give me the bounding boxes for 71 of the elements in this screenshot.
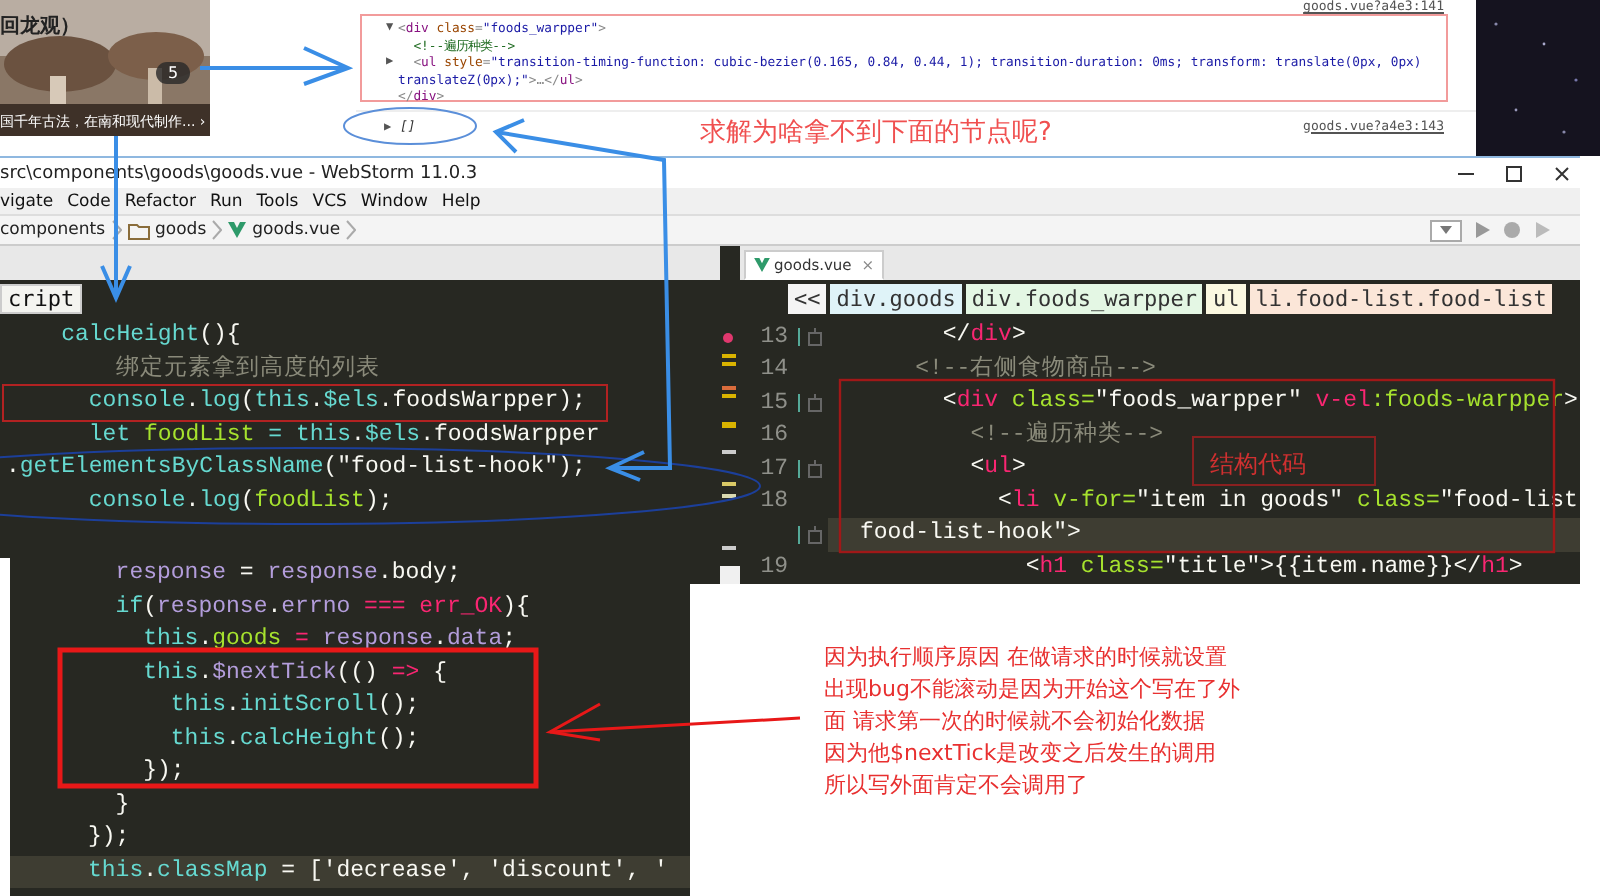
- menu-item[interactable]: Run: [209, 191, 243, 211]
- explanation-annotation: 面 请求第一次的时候就不会初始化数据: [824, 706, 1207, 738]
- coverage-icon[interactable]: [1532, 220, 1552, 240]
- code-line: this.calcHeight();: [168, 723, 420, 755]
- close-icon[interactable]: [1552, 163, 1572, 183]
- line-number: 15: [758, 389, 790, 416]
- maximize-icon[interactable]: [1504, 163, 1524, 183]
- editor-tab[interactable]: cript: [0, 283, 83, 313]
- code-line: console.log(this.$els.foodsWarpper);: [86, 386, 586, 418]
- code-line: response = response.body;: [113, 558, 461, 590]
- caret-icon: [1440, 226, 1452, 234]
- tag-breadcrumb[interactable]: li.food-list.food-list: [1249, 283, 1553, 313]
- code-line: .getElementsByClassName("food-list-hook");: [6, 452, 586, 484]
- photo-title: 回龙观）: [0, 13, 80, 40]
- tag-breadcrumb[interactable]: <<: [788, 283, 827, 313]
- menu-item[interactable]: VCS: [312, 191, 347, 211]
- menu-item[interactable]: Refactor: [124, 191, 196, 211]
- code-line: this.$nextTick(() => {: [141, 657, 447, 689]
- code-line: let foodList = this.$els.foodsWarpper: [86, 419, 600, 451]
- line-number: 14: [758, 356, 790, 383]
- run-icon[interactable]: [1472, 220, 1492, 240]
- folder-icon: [127, 221, 150, 239]
- explanation-annotation: 出现bug不能滚动是因为开始这个写在了外: [824, 674, 1240, 706]
- code-line: calcHeight(){: [59, 320, 241, 352]
- tag-breadcrumb[interactable]: div.foods_warpper: [965, 283, 1203, 313]
- line-number: 13: [758, 323, 790, 350]
- breadcrumb-item[interactable]: goods: [155, 220, 207, 240]
- fold-icon[interactable]: [807, 393, 821, 412]
- code-line: });: [86, 822, 130, 854]
- menu-item[interactable]: Help: [441, 191, 481, 211]
- vue-icon: [754, 258, 770, 272]
- code-line: <ul>: [968, 452, 1026, 484]
- breadcrumb-item[interactable]: goods.vue: [252, 220, 341, 240]
- code-line: <!--遍历种类-->: [968, 419, 1164, 451]
- line-number: 19: [758, 554, 790, 581]
- question-annotation: 求解为啥拿不到下面的节点呢?: [700, 116, 1052, 150]
- vue-icon: [228, 222, 247, 238]
- annotation-label: 结构代码: [1192, 436, 1376, 486]
- tag-breadcrumb[interactable]: ul: [1206, 283, 1246, 313]
- code-line: this.initScroll();: [168, 690, 420, 722]
- explanation-annotation: 所以写外面肯定不会调用了: [824, 770, 1090, 802]
- code-line: }: [113, 789, 130, 821]
- line-number: 16: [758, 422, 790, 449]
- code-line: });: [141, 756, 185, 788]
- chevron-icon: [346, 220, 357, 240]
- explanation-annotation: 因为他$nextTick是改变之后发生的调用: [824, 738, 1219, 770]
- code-line: <!--右侧食物商品-->: [913, 353, 1156, 385]
- fold-icon[interactable]: [807, 525, 821, 544]
- code-line: console.log(foodList);: [86, 485, 393, 517]
- menu-item[interactable]: Window: [360, 191, 428, 211]
- menu-item[interactable]: Tools: [256, 191, 299, 211]
- breadcrumb-item[interactable]: components: [0, 220, 106, 240]
- code-line: if(response.errno === err_OK){: [113, 591, 530, 623]
- fold-icon[interactable]: [807, 327, 821, 346]
- run-config-dropdown[interactable]: [1430, 219, 1462, 241]
- code-line: this.goods = response.data;: [141, 624, 516, 656]
- chevron-icon: [212, 220, 223, 240]
- chevron-icon: [111, 220, 122, 240]
- line-number: 17: [758, 455, 790, 482]
- code-line: <h1 class="title">{{item.name}}</h1>: [1023, 551, 1523, 583]
- menu-item[interactable]: vigate: [0, 191, 54, 211]
- explanation-annotation: 因为执行顺序原因 在做请求的时候就设置: [824, 642, 1229, 674]
- fold-icon[interactable]: [807, 459, 821, 478]
- code-line: 绑定元素拿到高度的列表: [114, 353, 381, 385]
- count-badge: 5: [156, 62, 191, 84]
- highlight-ellipse: [343, 107, 477, 145]
- debug-icon[interactable]: [1502, 220, 1522, 240]
- line-number: 18: [758, 488, 790, 515]
- code-line: </div>: [940, 320, 1026, 352]
- tag-breadcrumb[interactable]: div.goods: [830, 283, 962, 313]
- menu-item[interactable]: Code: [67, 191, 111, 211]
